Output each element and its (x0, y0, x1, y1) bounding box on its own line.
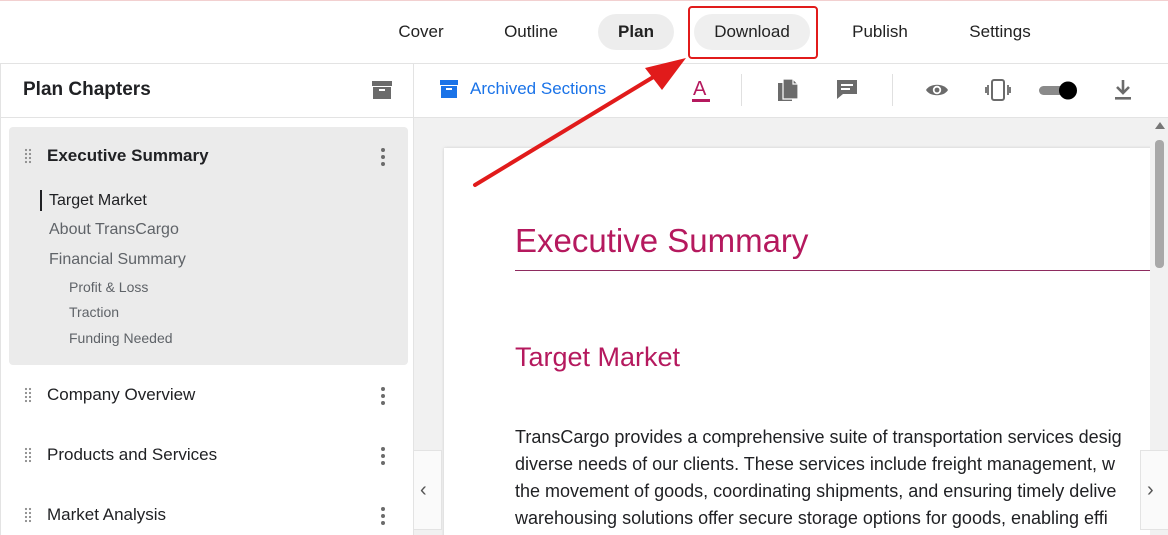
tab-settings[interactable]: Settings (955, 14, 1045, 50)
chapter-market-analysis[interactable]: Market Analysis (47, 505, 166, 525)
more-vert-icon[interactable] (380, 506, 386, 526)
chevron-left-icon: ‹ (420, 479, 427, 501)
top-navigation: Cover Outline Plan Download Publish Sett… (0, 0, 1168, 64)
section-target-market[interactable]: Target Market (49, 192, 147, 210)
subsection-traction[interactable]: Traction (69, 304, 119, 320)
tab-plan[interactable]: Plan (598, 14, 674, 50)
current-section-indicator (40, 190, 42, 211)
toggle-switch[interactable] (1037, 77, 1081, 103)
document-heading[interactable]: Executive Summary (515, 222, 808, 260)
more-vert-icon[interactable] (380, 386, 386, 406)
svg-text:A: A (693, 78, 707, 100)
collapse-left-button[interactable]: ‹ (414, 450, 442, 530)
drag-handle-icon[interactable] (24, 507, 32, 523)
chapter-title[interactable]: Executive Summary (47, 146, 209, 166)
tab-publish[interactable]: Publish (838, 14, 922, 50)
paragraph-line: diverse needs of our clients. These serv… (515, 454, 1115, 474)
more-vert-icon[interactable] (380, 147, 386, 167)
more-vert-icon[interactable] (380, 446, 386, 466)
scroll-up-arrow-icon[interactable] (1155, 122, 1165, 129)
document-icon[interactable] (776, 77, 800, 103)
text-color-icon[interactable]: A (689, 77, 713, 103)
subsection-profit-loss[interactable]: Profit & Loss (69, 279, 148, 295)
archive-box-icon (440, 80, 458, 98)
download-highlight-box (688, 6, 818, 59)
scrollbar-thumb[interactable] (1155, 140, 1164, 268)
drag-handle-icon[interactable] (24, 447, 32, 463)
archived-sections-label: Archived Sections (470, 79, 607, 98)
tab-cover[interactable]: Cover (384, 14, 458, 50)
paragraph-line: the movement of goods, coordinating ship… (515, 481, 1117, 501)
sidebar: Plan Chapters Executive Summary Target M… (0, 64, 414, 535)
drag-handle-icon[interactable] (24, 148, 32, 164)
toolbar-separator (892, 74, 893, 106)
editor-toolbar: Archived Sections A (414, 64, 1168, 118)
tab-outline[interactable]: Outline (490, 14, 572, 50)
paragraph-line: TransCargo provides a comprehensive suit… (515, 427, 1122, 447)
document-page: Executive Summary Target Market TransCar… (444, 148, 1159, 535)
sidebar-header: Plan Chapters (1, 64, 413, 118)
expand-right-button[interactable]: › (1140, 450, 1168, 530)
download-icon[interactable] (1111, 77, 1135, 103)
chapter-company-overview[interactable]: Company Overview (47, 385, 195, 405)
chapter-products-services[interactable]: Products and Services (47, 445, 217, 465)
subsection-funding-needed[interactable]: Funding Needed (69, 330, 173, 346)
document-paragraph[interactable]: TransCargo provides a comprehensive suit… (515, 424, 1155, 532)
archive-icon[interactable] (371, 80, 393, 100)
preview-eye-icon[interactable] (925, 77, 949, 103)
document-canvas: Executive Summary Target Market TransCar… (414, 118, 1168, 535)
section-financial-summary[interactable]: Financial Summary (49, 251, 186, 269)
comment-icon[interactable] (835, 77, 859, 103)
chevron-right-icon: › (1147, 479, 1154, 501)
sidebar-title: Plan Chapters (23, 79, 151, 100)
document-subheading[interactable]: Target Market (515, 342, 680, 373)
heading-divider (515, 270, 1155, 271)
section-about-transcargo[interactable]: About TransCargo (49, 221, 179, 239)
paragraph-line: warehousing solutions offer secure stora… (515, 508, 1108, 528)
mobile-vibrate-icon[interactable] (985, 77, 1011, 103)
drag-handle-icon[interactable] (24, 387, 32, 403)
toolbar-separator (741, 74, 742, 106)
